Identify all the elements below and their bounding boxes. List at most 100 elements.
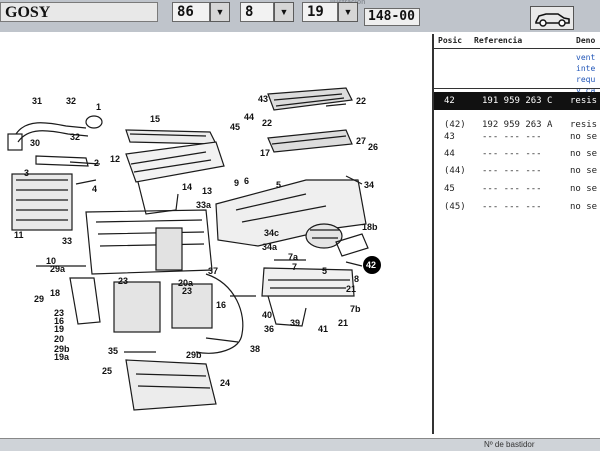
callout-label[interactable]: 27 xyxy=(356,136,366,146)
callout-label[interactable]: 4 xyxy=(92,184,97,194)
row-reference: --- --- --- xyxy=(482,202,542,212)
callout-label[interactable]: 30 xyxy=(30,138,40,148)
callout-label[interactable]: 34a xyxy=(262,242,278,252)
callout-label[interactable]: 19a xyxy=(54,352,70,362)
callout-label[interactable]: 39 xyxy=(290,318,300,328)
callout-label[interactable]: 26 xyxy=(368,142,378,152)
year-dropdown-button[interactable]: ▼ xyxy=(210,2,230,22)
row-position: 45 xyxy=(444,184,455,194)
callout-label[interactable]: 43 xyxy=(258,94,268,104)
table-row[interactable]: (44) --- --- --- no se xyxy=(434,162,600,180)
row-reference: --- --- --- xyxy=(482,166,542,176)
callout-label[interactable]: 35 xyxy=(108,346,118,356)
callout-label[interactable]: 41 xyxy=(318,324,328,334)
row-position: (45) xyxy=(444,202,466,212)
callout-label[interactable]: 31 xyxy=(32,96,42,106)
callout-label[interactable]: 13 xyxy=(202,186,212,196)
callout-label[interactable]: 5 xyxy=(276,180,281,190)
callout-label[interactable]: 23 xyxy=(182,286,192,296)
callout-label[interactable]: 5 xyxy=(322,266,327,276)
table-row[interactable]: 45 --- --- --- no se xyxy=(434,180,600,198)
row-denomination: no se xyxy=(570,166,598,176)
callout-label[interactable]: 29 xyxy=(34,294,44,304)
row-reference: --- --- --- xyxy=(482,184,542,194)
callout-label[interactable]: 32 xyxy=(66,96,76,106)
row-position: (44) xyxy=(444,166,466,176)
row-position: 44 xyxy=(444,149,455,159)
chassis-number-label: Nº de bastidor xyxy=(484,440,535,449)
row-denomination: no se xyxy=(570,184,598,194)
callout-label[interactable]: 21 xyxy=(346,284,356,294)
group-select[interactable]: 19 xyxy=(302,2,338,22)
parts-illustration: 31 3213032234151214 13434445 22222717266 5 34… xyxy=(7,87,381,411)
callout-label[interactable]: 34 xyxy=(364,180,374,190)
description-line: inte xyxy=(576,64,596,73)
vehicle-button[interactable] xyxy=(530,6,574,30)
callout-label[interactable]: 37 xyxy=(208,266,218,276)
callout-label[interactable]: 22 xyxy=(262,118,272,128)
callout-label[interactable]: 42 xyxy=(366,260,376,270)
callout-label[interactable]: 15 xyxy=(150,114,160,124)
callout-label[interactable]: 29a xyxy=(50,264,66,274)
callout-label[interactable]: 17 xyxy=(260,148,270,158)
callout-label[interactable]: 23 xyxy=(118,276,128,286)
parts-table: Posic Referencia Deno vent inte requ y c… xyxy=(432,34,600,434)
car-icon xyxy=(535,13,570,27)
illustration-number-field[interactable]: 148-00 xyxy=(364,8,420,26)
callout-label[interactable]: 24 xyxy=(220,378,230,388)
callout-label[interactable]: 33a xyxy=(196,200,212,210)
callout-label[interactable]: 20 xyxy=(54,334,64,344)
month-dropdown-button[interactable]: ▼ xyxy=(274,2,294,22)
callout-label[interactable]: 1 xyxy=(96,102,101,112)
callout-label[interactable]: 45 xyxy=(230,122,240,132)
row-reference: --- --- --- xyxy=(482,132,542,142)
table-row[interactable]: 43 --- --- --- no se xyxy=(434,128,600,146)
callout-label[interactable]: 7a xyxy=(288,252,299,262)
callout-label[interactable]: 21 xyxy=(338,318,348,328)
callout-label[interactable]: 38 xyxy=(250,344,260,354)
group-dropdown-button[interactable]: ▼ xyxy=(338,2,358,22)
callout-label[interactable]: 12 xyxy=(110,154,120,164)
callout-label[interactable]: 40 xyxy=(262,310,272,320)
callout-label[interactable]: 2 xyxy=(94,158,99,168)
month-select[interactable]: 8 xyxy=(240,2,274,22)
callout-label[interactable]: 32 xyxy=(70,132,80,142)
table-row[interactable]: (45) --- --- --- no se xyxy=(434,198,600,216)
description-line: vent xyxy=(576,53,596,62)
year-select[interactable]: 86 xyxy=(172,2,210,22)
table-header: Posic Referencia Deno xyxy=(434,34,600,49)
table-row[interactable]: 42 191 959 263 C resis xyxy=(434,92,600,110)
col-header-reference: Referencia xyxy=(474,36,523,45)
callout-label[interactable]: 33 xyxy=(62,236,72,246)
callout-label[interactable]: 16 xyxy=(216,300,226,310)
model-field[interactable]: GOSY xyxy=(0,2,158,22)
callout-label[interactable]: 29b xyxy=(186,350,202,360)
callout-label[interactable]: 34c xyxy=(264,228,279,238)
row-denomination: no se xyxy=(570,132,598,142)
callout-label[interactable]: 19 xyxy=(54,324,64,334)
callout-label[interactable]: 44 xyxy=(244,112,254,122)
row-denomination: no se xyxy=(570,149,598,159)
callout-label[interactable]: 3 xyxy=(24,168,29,178)
callout-label[interactable]: 6 xyxy=(244,176,249,186)
table-row[interactable]: 44 --- --- --- no se xyxy=(434,145,600,163)
callout-label[interactable]: 14 xyxy=(182,182,192,192)
callout-label[interactable]: 7 xyxy=(292,262,297,272)
callout-label[interactable]: 36 xyxy=(264,324,274,334)
exploded-parts-diagram: 31 32 1 30 32 2 3 4 15 12 14 13 43 44 45 22 22 27 17 26 6 5 34… xyxy=(6,34,430,434)
callout-label[interactable]: 11 xyxy=(14,230,24,240)
row-denomination: no se xyxy=(570,202,598,212)
callout-label[interactable]: 22 xyxy=(356,96,366,106)
callout-label[interactable]: 25 xyxy=(102,366,112,376)
row-reference: 191 959 263 C xyxy=(482,96,553,106)
callout-label[interactable]: 18 xyxy=(50,288,60,298)
callout-label[interactable]: 7b xyxy=(350,304,361,314)
top-toolbar: ilustración GOSY 86 ▼ 8 ▼ 19 ▼ 148-00 xyxy=(0,0,600,32)
callout-label[interactable]: 8 xyxy=(354,274,359,284)
chevron-down-icon: ▼ xyxy=(279,7,289,17)
table-divider xyxy=(434,88,600,89)
callout-label[interactable]: 9 xyxy=(234,178,239,188)
chevron-down-icon: ▼ xyxy=(215,7,225,17)
callout-label[interactable]: 18b xyxy=(362,222,378,232)
row-position: 42 xyxy=(444,96,455,106)
